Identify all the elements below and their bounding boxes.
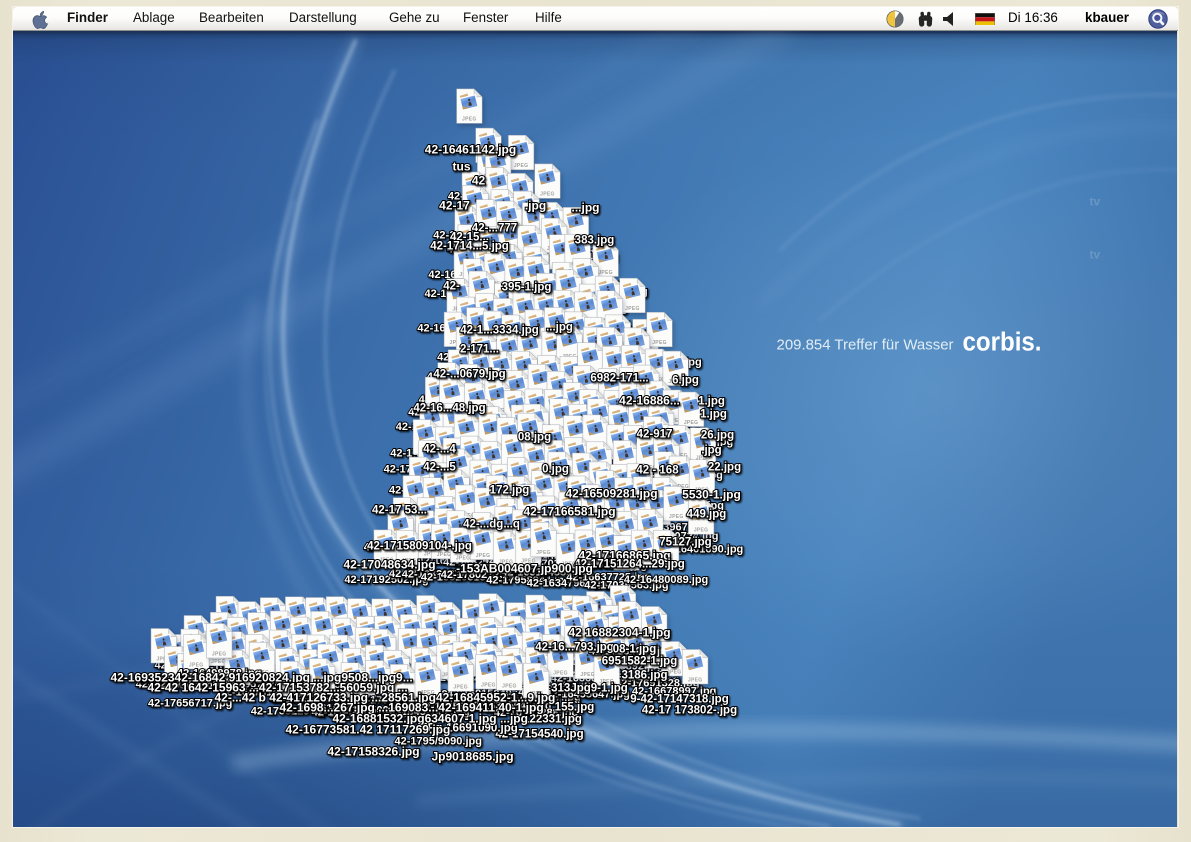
svg-text:42-16461142.jpg: 42-16461142.jpg xyxy=(425,142,516,156)
svg-text:42-16...48.jpg: 42-16...48.jpg xyxy=(413,402,485,414)
svg-text:Jp9018685.jpg: Jp9018685.jpg xyxy=(432,749,514,763)
svg-text:3186.jpg: 3186.jpg xyxy=(621,669,667,681)
svg-text:42-17048634.jpg: 42-17048634.jpg xyxy=(343,557,435,571)
svg-text:.jpg: .jpg xyxy=(701,444,721,456)
svg-text:449.jpg: 449.jpg xyxy=(687,508,727,520)
svg-text:0.jpg: 0.jpg xyxy=(542,463,569,475)
svg-text:42-17166581.jpg: 42-17166581.jpg xyxy=(523,504,615,518)
svg-text:42-16886...: 42-16886... xyxy=(619,393,680,407)
svg-text:42: 42 xyxy=(472,173,486,187)
svg-text:1.jpg: 1.jpg xyxy=(700,408,727,420)
svg-text:tv: tv xyxy=(1090,194,1101,208)
svg-text:42-1715809104-.jpg: 42-1715809104-.jpg xyxy=(367,540,472,552)
svg-text:5530-1.jpg: 5530-1.jpg xyxy=(682,487,741,501)
svg-text:26.jpg: 26.jpg xyxy=(701,429,734,441)
svg-text:42-...4: 42-...4 xyxy=(423,443,456,455)
svg-text:corbis.: corbis. xyxy=(963,328,1042,356)
svg-text:383.jpg: 383.jpg xyxy=(575,234,615,246)
svg-text:6982-171...: 6982-171... xyxy=(590,372,648,384)
svg-text:155.jpg: 155.jpg xyxy=(555,701,595,713)
svg-text:42 16882304-1.jpg: 42 16882304-1.jpg xyxy=(568,625,670,639)
svg-text:...jpg: ...jpg xyxy=(572,200,600,214)
svg-text:313Jpg9-1.jpg: 313Jpg9-1.jpg xyxy=(551,682,628,694)
svg-text:...jpg: ...jpg xyxy=(546,321,573,333)
svg-text:172.jpg: 172.jpg xyxy=(490,484,530,496)
svg-text:42-17: 42-17 xyxy=(439,198,470,212)
svg-text:42-16773581.42 17117269.jpg: 42-16773581.42 17117269.jpg xyxy=(286,722,451,736)
svg-text:6951582-1.jpg: 6951582-1.jpg xyxy=(602,655,677,667)
svg-text:08.jpg: 08.jpg xyxy=(518,431,551,443)
svg-text:08-1.jpg: 08-1.jpg xyxy=(613,643,656,655)
svg-text:.jpg: .jpg xyxy=(525,198,546,212)
svg-text:42-17158326.jpg: 42-17158326.jpg xyxy=(328,744,420,758)
svg-text:-153AB004607.jp900.jpg: -153AB004607.jp900.jpg xyxy=(456,561,593,575)
svg-text:75127.jpg: 75127.jpg xyxy=(659,536,711,548)
svg-text:42-17 173802-.jpg: 42-17 173802-.jpg xyxy=(642,704,737,716)
svg-text:tv: tv xyxy=(1090,247,1101,261)
svg-text:209.854 Treffer für Wasser: 209.854 Treffer für Wasser xyxy=(777,336,954,353)
svg-text:42-...0679.jpg: 42-...0679.jpg xyxy=(433,368,505,380)
svg-text:42-17 53...: 42-17 53... xyxy=(372,504,427,516)
svg-text:42-...dg...q: 42-...dg...q xyxy=(463,518,520,530)
svg-text:42-917: 42-917 xyxy=(637,428,673,440)
svg-text:395-1.jpg: 395-1.jpg xyxy=(502,281,552,293)
svg-text:42-...5: 42-...5 xyxy=(423,461,456,473)
svg-text:42-16480089.jpg: 42-16480089.jpg xyxy=(624,574,708,586)
svg-text:42-16509281.jpg: 42-16509281.jpg xyxy=(565,486,657,500)
svg-text:tus: tus xyxy=(453,159,471,173)
svg-text:42-16...793.jpg: 42-16...793.jpg xyxy=(535,641,614,653)
svg-text:42-: 42- xyxy=(443,280,460,292)
svg-text:42-1714...5.jpg: 42-1714...5.jpg xyxy=(430,240,509,252)
svg-text:2-171...: 2-171... xyxy=(460,343,499,355)
svg-text:1.jpg: 1.jpg xyxy=(698,395,725,407)
svg-text:122331.jpg: 122331.jpg xyxy=(523,713,582,725)
svg-text:6.jpg: 6.jpg xyxy=(672,374,699,386)
svg-text:42 - 168: 42 - 168 xyxy=(636,464,679,476)
svg-text:42-1...3334.jpg: 42-1...3334.jpg xyxy=(460,324,539,336)
svg-text:22.jpg: 22.jpg xyxy=(708,461,741,473)
